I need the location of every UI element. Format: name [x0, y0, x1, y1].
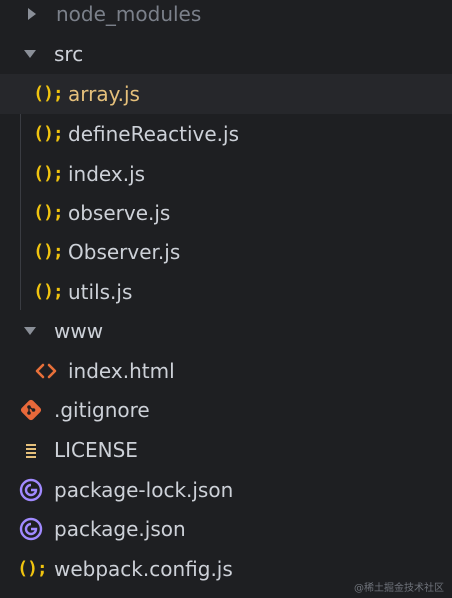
tree-file-label: LICENSE	[54, 438, 138, 462]
tree-file-package-lock-json[interactable]: package-lock.json	[0, 470, 452, 510]
tree-file-package-json[interactable]: package.json	[0, 509, 452, 549]
tree-file-label: Observer.js	[68, 240, 181, 264]
tree-file-label: index.js	[68, 162, 146, 186]
js-icon: ();	[33, 163, 64, 184]
tree-file-label: array.js	[68, 82, 140, 106]
tree-folder-src[interactable]: src	[0, 34, 452, 74]
tree-file-define-reactive-js[interactable]: (); defineReactive.js	[0, 114, 452, 154]
tree-file-label: observe.js	[68, 201, 171, 225]
tree-folder-node-modules[interactable]: node_modules	[0, 0, 452, 34]
license-icon	[18, 442, 44, 458]
js-icon: ();	[33, 241, 64, 262]
chevron-right-icon[interactable]	[22, 7, 42, 21]
tree-file-observer-js[interactable]: (); Observer.js	[0, 232, 452, 272]
tree-file-label: index.html	[68, 359, 175, 383]
tree-folder-label: www	[54, 319, 104, 343]
tree-file-label: .gitignore	[54, 398, 150, 422]
npm-icon	[18, 517, 44, 541]
tree-file-utils-js[interactable]: (); utils.js	[0, 272, 452, 312]
tree-file-index-js[interactable]: (); index.js	[0, 154, 452, 194]
npm-icon	[18, 478, 44, 502]
chevron-down-icon[interactable]	[20, 326, 40, 336]
tree-folder-label: node_modules	[56, 2, 202, 26]
tree-file-label: package-lock.json	[54, 478, 234, 502]
tree-file-label: webpack.config.js	[54, 557, 233, 581]
tree-file-label: defineReactive.js	[68, 122, 240, 146]
tree-folder-label: src	[54, 42, 84, 66]
js-icon: ();	[33, 83, 64, 104]
tree-file-label: utils.js	[68, 280, 133, 304]
chevron-down-icon[interactable]	[20, 49, 40, 59]
tree-file-label: package.json	[54, 517, 186, 541]
tree-file-observe-js[interactable]: (); observe.js	[0, 193, 452, 233]
js-icon: ();	[33, 281, 64, 302]
tree-file-index-html[interactable]: index.html	[0, 351, 452, 391]
tree-file-array-js[interactable]: (); array.js	[0, 74, 452, 114]
watermark: @稀土掘金技术社区	[354, 583, 444, 594]
tree-file-gitignore[interactable]: .gitignore	[0, 390, 452, 430]
js-icon: ();	[33, 123, 64, 144]
git-icon	[18, 398, 44, 422]
html-icon	[34, 363, 58, 379]
tree-file-license[interactable]: LICENSE	[0, 430, 452, 470]
js-icon: ();	[33, 202, 64, 223]
tree-folder-www[interactable]: www	[0, 311, 452, 351]
js-icon: ();	[17, 558, 48, 579]
